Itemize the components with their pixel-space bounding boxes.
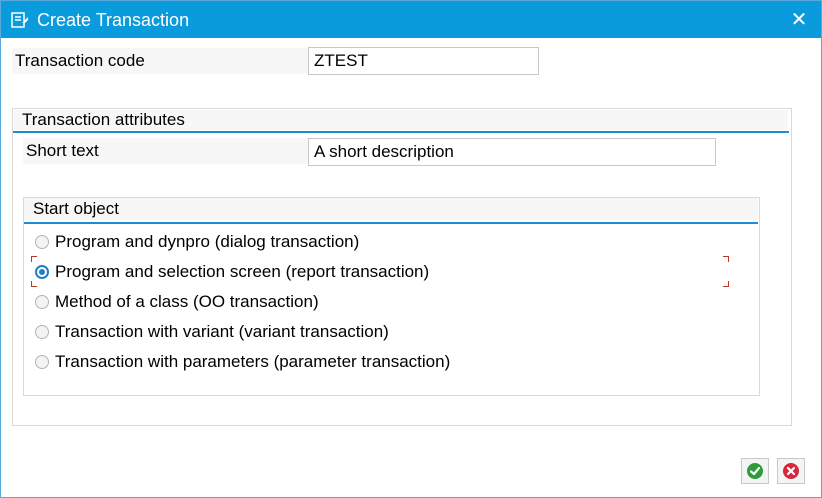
start-object-title: Start object	[24, 198, 758, 220]
transaction-code-field[interactable]: ZTEST	[308, 47, 539, 75]
radio-button-selected[interactable]	[35, 265, 49, 279]
cancel-icon	[783, 463, 799, 479]
title-bar: Create Transaction ✕	[1, 1, 821, 38]
transaction-form-icon	[11, 11, 29, 29]
start-object-divider	[24, 222, 758, 224]
radio-button[interactable]	[35, 235, 49, 249]
radio-label: Program and selection screen (report tra…	[55, 262, 430, 281]
radio-label: Program and dynpro (dialog transaction)	[55, 232, 360, 251]
attributes-divider	[13, 131, 789, 133]
dialog-content: Transaction code ZTEST Transaction attri…	[1, 38, 821, 497]
radio-button[interactable]	[35, 355, 49, 369]
checkmark-icon	[747, 463, 763, 479]
cancel-button[interactable]	[777, 458, 805, 484]
focus-corner-top-right	[723, 256, 729, 262]
create-transaction-dialog: Create Transaction ✕ Transaction code ZT…	[0, 0, 822, 498]
focus-corner-bottom-right	[723, 281, 729, 287]
radio-button[interactable]	[35, 295, 49, 309]
focus-corner-bottom-left	[31, 281, 37, 287]
radio-label: Method of a class (OO transaction)	[55, 292, 319, 311]
confirm-button[interactable]	[741, 458, 769, 484]
transaction-attributes-title: Transaction attributes	[14, 110, 788, 130]
short-text-label: Short text	[23, 138, 309, 164]
transaction-code-label: Transaction code	[12, 48, 308, 74]
close-icon[interactable]: ✕	[789, 9, 809, 29]
radio-button[interactable]	[35, 325, 49, 339]
focus-corner-top-left	[31, 256, 37, 262]
dialog-title: Create Transaction	[37, 10, 190, 30]
radio-label: Transaction with variant (variant transa…	[55, 322, 389, 341]
short-text-field[interactable]: A short description	[308, 138, 716, 166]
radio-label: Transaction with parameters (parameter t…	[55, 352, 451, 371]
